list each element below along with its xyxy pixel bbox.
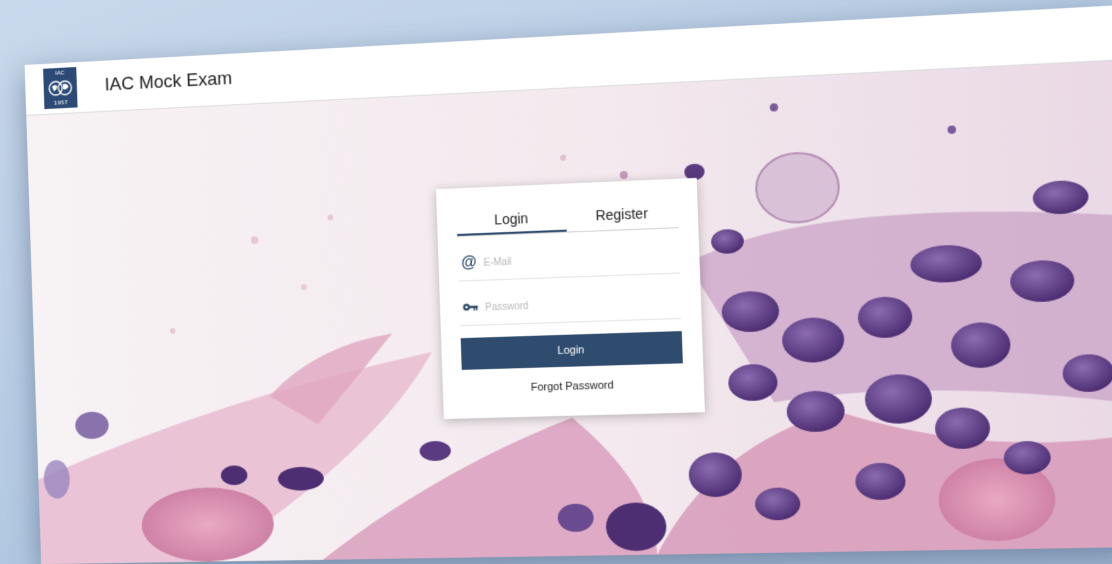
auth-tabs: Login Register bbox=[456, 200, 679, 237]
forgot-password-link[interactable]: Forgot Password bbox=[462, 377, 684, 395]
browser-screen: IAC 1957 IAC Mock Exam Login Register @ … bbox=[24, 5, 1112, 564]
logo-top-text: IAC bbox=[55, 69, 65, 77]
iac-logo[interactable]: IAC 1957 bbox=[43, 66, 78, 110]
app-title: IAC Mock Exam bbox=[104, 68, 233, 96]
tab-login[interactable]: Login bbox=[456, 205, 567, 236]
at-sign-icon: @ bbox=[460, 254, 477, 272]
login-button[interactable]: Login bbox=[460, 331, 683, 370]
password-field-row bbox=[459, 283, 682, 327]
email-field-row: @ bbox=[457, 238, 680, 282]
password-input[interactable] bbox=[481, 294, 681, 315]
login-card: Login Register @ Login Forgot Password bbox=[435, 177, 705, 420]
tab-register[interactable]: Register bbox=[566, 201, 678, 232]
email-input[interactable] bbox=[479, 248, 680, 270]
globe-icon bbox=[48, 78, 73, 98]
logo-bottom-text: 1957 bbox=[53, 99, 68, 107]
key-icon bbox=[459, 299, 481, 318]
